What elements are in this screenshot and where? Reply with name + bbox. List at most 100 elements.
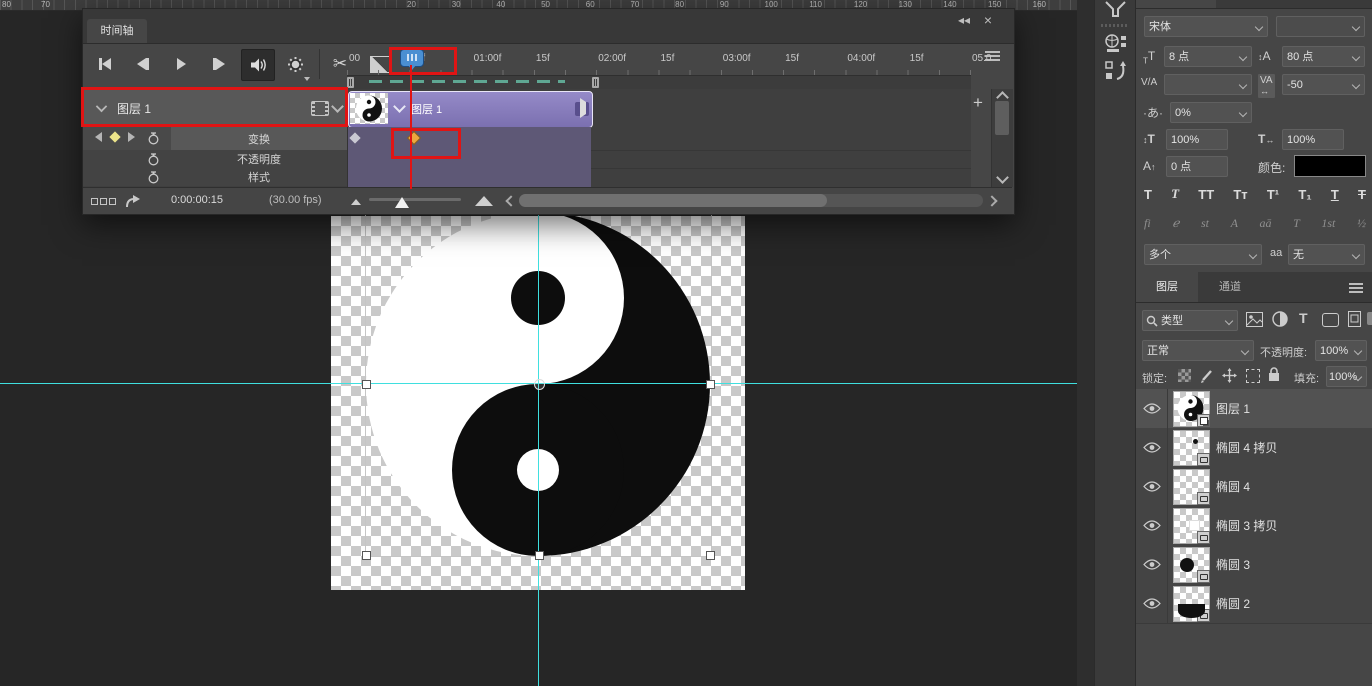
blend-mode-select[interactable]: 正常 [1142,340,1254,361]
faux-bold-button[interactable]: T [1144,187,1152,202]
underline-button[interactable]: T [1331,187,1339,202]
filter-shape-layers-icon[interactable] [1322,313,1339,327]
timeline-settings-button[interactable] [279,49,311,79]
transform-handle-bottom-right[interactable] [706,551,715,560]
stopwatch-icon[interactable] [147,132,160,145]
language-select[interactable]: 多个 [1144,244,1262,265]
tab-character[interactable] [1136,0,1216,8]
lock-artboard-icon[interactable] [1246,369,1260,383]
property-label[interactable]: 变换 [171,127,347,150]
render-export-icon[interactable] [125,194,141,208]
next-frame-button[interactable] [203,49,235,79]
stopwatch-icon[interactable] [147,171,160,184]
layer-visibility-cell[interactable] [1136,545,1168,584]
leading-select[interactable]: 80 点 [1282,46,1365,67]
ot-ordinals-button[interactable]: 1st [1321,216,1335,231]
ot-fractions-button[interactable]: ½ [1357,216,1366,231]
transform-handle-bottom-left[interactable] [362,551,371,560]
layer-visibility-cell[interactable] [1136,428,1168,467]
previous-frame-button[interactable] [127,49,159,79]
keyframe-diamond-frame0[interactable] [349,132,360,143]
eye-icon[interactable] [1143,559,1161,570]
layer-visibility-cell[interactable] [1136,584,1168,623]
layer-thumbnail[interactable] [1173,391,1210,427]
eye-icon[interactable] [1143,520,1161,531]
baseline-shift-input[interactable]: 0 点 [1166,156,1228,177]
transform-handle-bottom-center[interactable] [535,551,544,560]
transform-keyframe-lane[interactable] [348,127,591,151]
zoom-in-icon[interactable] [475,196,493,206]
layer-visibility-cell[interactable] [1136,389,1168,428]
scroll-down-icon[interactable] [996,171,1009,184]
panel-menu-icon[interactable] [1349,283,1363,285]
next-keyframe-icon[interactable] [128,132,135,142]
strikethrough-button[interactable]: T [1358,187,1366,202]
zoom-out-icon[interactable] [351,199,361,205]
layer-thumbnail[interactable] [1173,508,1210,544]
opacity-select[interactable]: 100% [1315,340,1367,361]
clip-expand-button[interactable] [575,102,589,116]
ot-titling-alternates-button[interactable]: T [1293,216,1300,231]
tab-timeline[interactable]: 时间轴 [87,19,147,43]
eye-icon[interactable] [1143,598,1161,609]
subscript-button[interactable]: T₁ [1298,187,1311,202]
timeline-clip-layer1[interactable]: 图层 1 [348,91,593,128]
font-family-select[interactable]: 宋体 [1144,16,1268,37]
previous-keyframe-icon[interactable] [95,132,102,142]
eye-icon[interactable] [1143,481,1161,492]
lock-all-icon[interactable] [1268,367,1280,382]
lock-image-pixels-icon[interactable] [1200,368,1214,383]
add-media-button[interactable]: + [968,93,988,113]
tab-channels[interactable]: 通道 [1198,272,1262,302]
lock-transparent-pixels-icon[interactable] [1178,369,1191,382]
property-label[interactable]: 样式 [171,168,347,186]
current-timecode[interactable]: 0:00:00:15 [171,194,223,206]
kerning-select[interactable] [1164,74,1252,95]
eye-icon[interactable] [1143,442,1161,453]
property-label[interactable]: 不透明度 [171,150,347,168]
layer-row[interactable]: 图层 1 [1136,389,1372,429]
stopwatch-icon[interactable] [147,153,160,166]
filter-toggle-switch[interactable] [1367,312,1372,325]
zoom-slider-thumb[interactable] [395,197,409,208]
timeline-vertical-scrollbar[interactable] [991,89,1013,187]
scroll-left-icon[interactable] [505,195,516,206]
scrollbar-thumb[interactable] [995,101,1009,135]
font-style-select[interactable] [1276,16,1365,37]
tab-layers[interactable]: 图层 [1136,272,1198,302]
layer-thumbnail[interactable] [1173,547,1210,583]
ot-swash-button[interactable]: A [1231,216,1238,231]
transform-handle-mid-left[interactable] [362,380,371,389]
faux-italic-button[interactable]: T [1171,186,1179,202]
layer-row[interactable]: 椭圆 3 [1136,545,1372,585]
anti-alias-select[interactable]: 无 [1288,244,1365,265]
convert-to-frame-animation-icon[interactable] [91,198,116,205]
style-keyframe-lane[interactable] [348,168,591,187]
layer-row[interactable]: 椭圆 4 [1136,467,1372,507]
layer-row[interactable]: 椭圆 2 [1136,584,1372,624]
layer-thumbnail[interactable] [1173,430,1210,466]
layer-filter-select[interactable]: 类型 [1142,310,1238,331]
mute-audio-button[interactable] [241,49,275,81]
all-caps-button[interactable]: TT [1198,187,1214,202]
work-area-end-handle[interactable] [592,77,599,88]
transform-handle-mid-right[interactable] [706,380,715,389]
horizontal-scale-input[interactable]: 100% [1282,129,1344,150]
work-area-start-handle[interactable] [347,77,354,88]
panel-close-icon[interactable]: × [984,14,992,26]
opacity-keyframe-lane[interactable] [348,150,591,169]
layer-thumbnail[interactable] [1173,586,1210,622]
layer-visibility-cell[interactable] [1136,506,1168,545]
layer-thumbnail[interactable] [1173,469,1210,505]
tsume-select[interactable]: 0% [1170,102,1252,123]
ot-stylistic-alternates-button[interactable]: aā [1260,216,1272,231]
fill-select[interactable]: 100% [1326,366,1367,387]
play-button[interactable] [165,49,197,79]
ot-contextual-alternates-button[interactable]: ℯ [1172,216,1179,231]
ot-ligatures-button[interactable]: fi [1144,216,1151,231]
timeline-horizontal-scrollbar[interactable] [519,194,983,207]
panel-collapse-icon[interactable]: ◂◂ [958,14,970,26]
filter-pixel-layers-icon[interactable] [1246,312,1263,327]
layer-visibility-cell[interactable] [1136,467,1168,506]
dock-drag-handle[interactable] [1101,24,1129,27]
